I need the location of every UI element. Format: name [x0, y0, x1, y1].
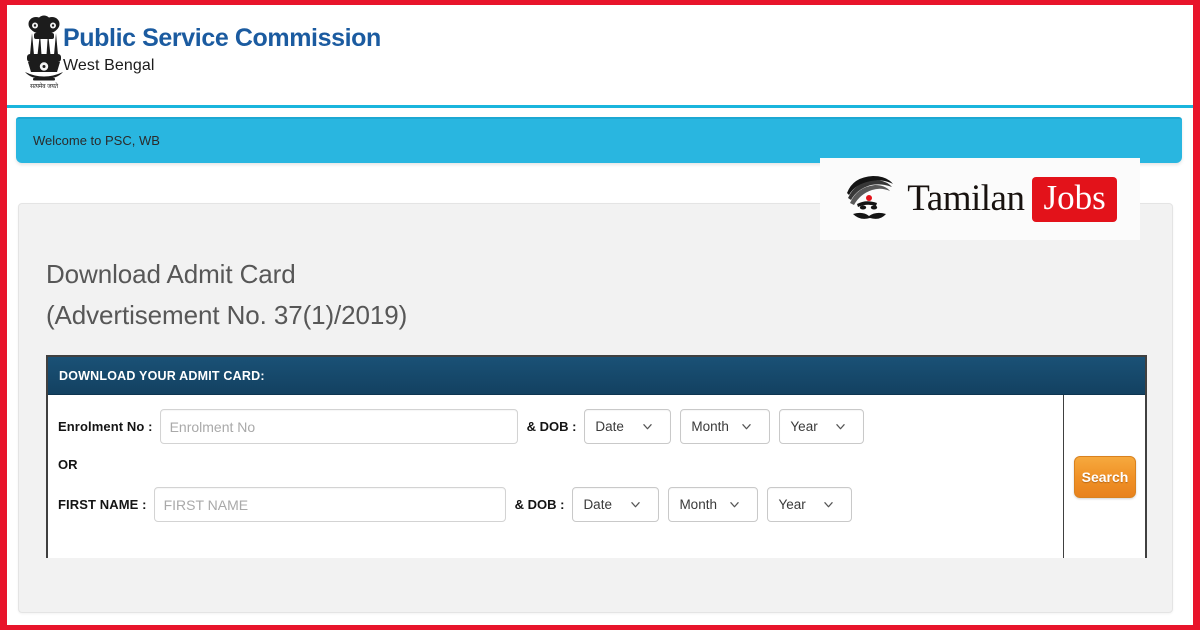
site-title: Public Service Commission — [63, 24, 381, 52]
dob-label-1: & DOB : — [526, 419, 577, 434]
screenshot-frame: सत्यमेव जयते Public Service Commission W… — [0, 0, 1200, 630]
page-title: Download Admit Card (Advertisement No. 3… — [46, 254, 407, 336]
or-row: OR — [58, 457, 78, 472]
search-column: Search — [1065, 395, 1145, 558]
ashoka-emblem-icon: सत्यमेव जयते — [21, 13, 67, 101]
dob2-month-select-wrap: Month — [668, 487, 759, 522]
dob1-date-select-wrap: Date — [584, 409, 672, 444]
dob-label-2: & DOB : — [514, 497, 565, 512]
site-header: सत्यमेव जयते Public Service Commission W… — [7, 5, 1193, 108]
emblem-motto: सत्यमेव जयते — [30, 83, 58, 90]
dob1-date-select[interactable]: Date — [584, 409, 672, 444]
firstname-row: FIRST NAME : & DOB : Date — [58, 487, 861, 522]
dob2-date-select[interactable]: Date — [572, 487, 660, 522]
dob2-date-select-wrap: Date — [572, 487, 660, 522]
welcome-text: Welcome to PSC, WB — [33, 133, 160, 148]
dob1-year-select[interactable]: Year — [779, 409, 865, 444]
turban-face-icon — [843, 173, 899, 225]
dob2-month-select[interactable]: Month — [668, 487, 759, 522]
dob2-year-select[interactable]: Year — [767, 487, 853, 522]
content-card: Download Admit Card (Advertisement No. 3… — [18, 203, 1173, 613]
dob2-year-select-wrap: Year — [767, 487, 853, 522]
form-fields-column: Enrolment No : & DOB : Date — [48, 395, 1064, 558]
enrolment-row: Enrolment No : & DOB : Date — [58, 409, 873, 444]
panel-body: Enrolment No : & DOB : Date — [48, 395, 1145, 558]
page-title-line2: (Advertisement No. 37(1)/2019) — [46, 300, 408, 330]
enrolment-label: Enrolment No : — [58, 419, 153, 434]
dob1-month-select-wrap: Month — [680, 409, 771, 444]
firstname-label: FIRST NAME : — [58, 497, 147, 512]
page-title-line1: Download Admit Card — [46, 259, 296, 289]
dob1-month-select[interactable]: Month — [680, 409, 771, 444]
dob1-year-select-wrap: Year — [779, 409, 865, 444]
welcome-bar: Welcome to PSC, WB — [16, 117, 1182, 163]
watermark-brand: Tamilan — [907, 178, 1025, 219]
watermark-badge: Jobs — [1032, 176, 1117, 222]
site-subtitle: West Bengal — [63, 57, 155, 74]
enrolment-input[interactable] — [159, 409, 518, 444]
tamilan-jobs-watermark: Tamilan Jobs — [820, 158, 1140, 240]
panel-header: DOWNLOAD YOUR ADMIT CARD: — [48, 357, 1145, 395]
admit-card-form-panel: DOWNLOAD YOUR ADMIT CARD: Enrolment No :… — [46, 355, 1147, 558]
or-label: OR — [58, 457, 78, 472]
firstname-input[interactable] — [153, 487, 506, 522]
panel-heading: DOWNLOAD YOUR ADMIT CARD: — [59, 368, 265, 383]
search-button[interactable]: Search — [1074, 455, 1136, 498]
site-wordmark: Public Service Commission West Bengal — [63, 24, 381, 77]
